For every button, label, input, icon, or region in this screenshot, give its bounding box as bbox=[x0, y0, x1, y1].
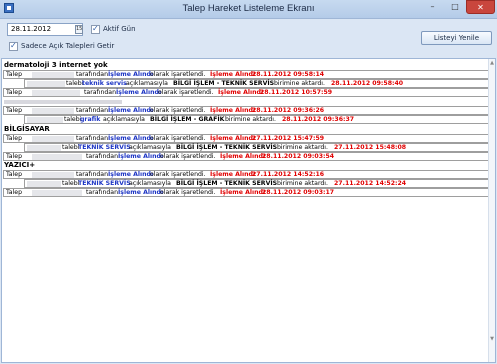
redacted-name bbox=[27, 81, 65, 87]
redacted-name bbox=[32, 108, 74, 114]
date-field[interactable]: 28.11.2012 15 bbox=[7, 23, 83, 36]
list-item[interactable]: talebi TEKNİK SERVİS açıklamasıyla BİLGİ… bbox=[24, 179, 489, 188]
maximize-button[interactable]: □ bbox=[445, 0, 465, 14]
minimize-button[interactable]: – bbox=[420, 0, 445, 14]
sadece-acik-label: Sadece Açık Talepleri Getir bbox=[21, 42, 115, 50]
redacted-name bbox=[27, 117, 63, 123]
scroll-up-icon[interactable]: ▲ bbox=[489, 60, 495, 66]
scroll-down-icon[interactable]: ▼ bbox=[489, 336, 495, 342]
redacted-name bbox=[32, 72, 74, 78]
redacted-name bbox=[32, 90, 80, 96]
redacted-name bbox=[27, 181, 61, 187]
redacted-name bbox=[32, 136, 74, 142]
aktif-gun-label: Aktif Gün bbox=[103, 25, 136, 33]
refresh-list-button[interactable]: Listeyi Yenile bbox=[421, 31, 492, 45]
redacted-name bbox=[32, 172, 74, 178]
redacted-name bbox=[27, 145, 61, 151]
filter-toolbar: 28.11.2012 15 Aktif Gün Sadece Açık Tale… bbox=[0, 18, 497, 58]
sadece-acik-checkbox[interactable] bbox=[9, 41, 18, 51]
list-item[interactable]: talebi TEKNİK SERVİS açıklamasıyla BİLGİ… bbox=[24, 143, 489, 152]
list-item[interactable]: Talep tarafından İşleme Alındı olarak iş… bbox=[3, 152, 489, 161]
vertical-scrollbar[interactable]: ▲ ▼ bbox=[488, 59, 495, 362]
redacted-group-title bbox=[4, 100, 122, 104]
calendar-icon[interactable]: 15 bbox=[75, 25, 83, 34]
talep-list[interactable]: dermatoloji 3 internet yok Talep tarafın… bbox=[1, 58, 496, 363]
title-bar[interactable]: Talep Hareket Listeleme Ekranı – □ ✕ bbox=[0, 0, 497, 19]
list-item[interactable]: talebi teknik servis açıklamasıyla BİLGİ… bbox=[24, 79, 489, 88]
list-item[interactable]: Talep tarafından İşleme Alındı olarak iş… bbox=[3, 188, 489, 197]
list-item[interactable]: Talep tarafından İşleme Alındı olarak iş… bbox=[3, 106, 489, 115]
list-item[interactable]: Talep tarafından İşleme Alındı olarak iş… bbox=[3, 170, 489, 179]
list-item[interactable]: Talep tarafından İşleme Alındı olarak iş… bbox=[3, 70, 489, 79]
talep-hareket-window: Talep Hareket Listeleme Ekranı – □ ✕ 28.… bbox=[0, 0, 497, 364]
group-title: YAZICI+ bbox=[4, 161, 36, 169]
list-item[interactable]: Talep tarafından İşleme Alındı olarak iş… bbox=[3, 134, 489, 143]
close-button[interactable]: ✕ bbox=[466, 0, 495, 14]
group-title: BİLGİSAYAR bbox=[4, 125, 50, 133]
redacted-name bbox=[32, 190, 82, 196]
date-value: 28.11.2012 bbox=[11, 25, 52, 33]
aktif-gun-checkbox[interactable] bbox=[91, 24, 100, 34]
redacted-name bbox=[32, 154, 82, 160]
group-title: dermatoloji 3 internet yok bbox=[4, 61, 108, 69]
list-item[interactable]: Talep tarafından İşleme Alındı olarak iş… bbox=[3, 88, 489, 97]
list-item[interactable]: talebi grafik açıklamasıyla BİLGİ İŞLEM … bbox=[24, 115, 489, 124]
